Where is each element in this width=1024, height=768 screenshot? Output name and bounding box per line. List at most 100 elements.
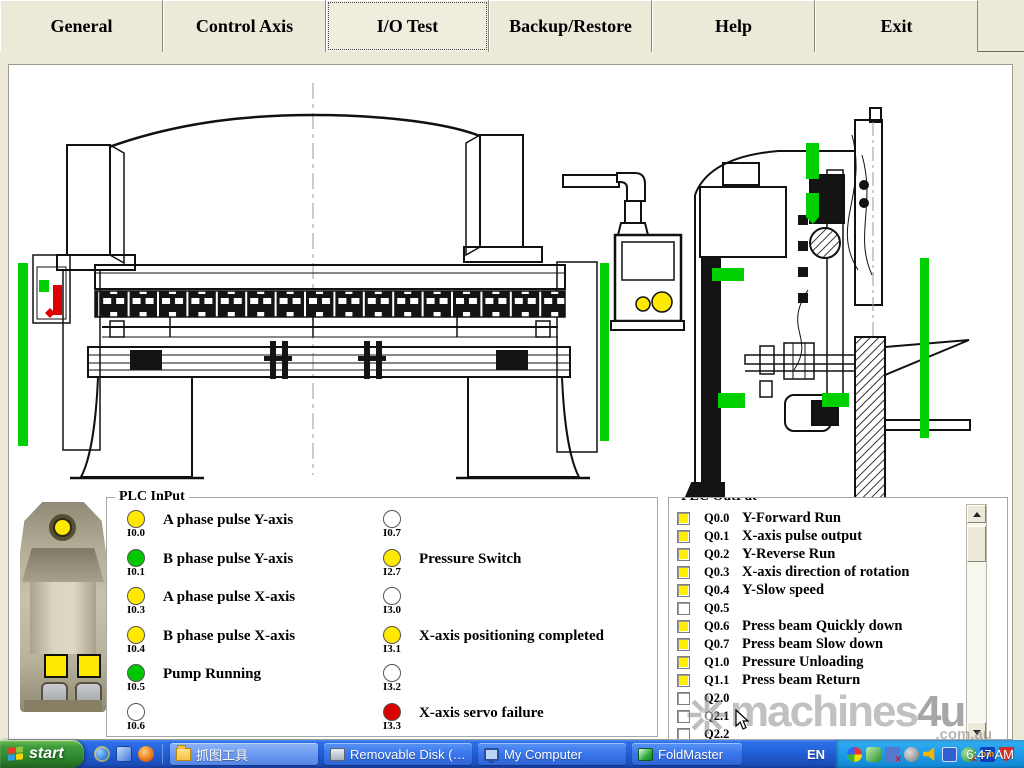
tab[interactable]: Help [652,0,815,52]
output-id: Q0.4 [704,583,742,598]
quick-launch-icon[interactable] [94,746,110,762]
taskbar-button-icon [638,748,653,761]
plc-output-row: Q0.2 Y-Reverse Run [677,545,909,563]
plc-output-row: Q0.3 X-axis direction of rotation [677,563,909,581]
sensor-indicator-front-left [18,263,28,446]
input-led-id: I3.2 [383,681,401,693]
input-led-id: I0.5 [127,681,145,693]
input-led-id: I3.1 [383,643,401,655]
tab[interactable]: Backup/Restore [489,0,652,52]
plc-output-row: Q0.1 X-axis pulse output [677,527,909,545]
sensor-indicator-side-left [712,268,744,281]
foot-pedal-indicator-right [77,654,101,678]
output-checkbox[interactable] [677,710,690,723]
output-label: Y-Slow speed [742,582,824,599]
tray-icon[interactable] [942,747,957,762]
output-id: Q1.1 [704,673,742,688]
plc-output-row: Q0.5 [677,599,909,617]
input-led [127,549,145,567]
tray-icon[interactable] [904,747,919,762]
output-checkbox[interactable] [677,584,690,597]
input-led-id: I0.1 [127,566,145,578]
quick-launch [84,746,162,762]
input-led [383,664,401,682]
input-led-id: I0.0 [127,527,145,539]
input-label: Pressure Switch [419,549,521,568]
taskbar-button[interactable]: Removable Disk (E:) [324,743,472,765]
tab[interactable]: I/O Test [326,0,489,52]
plc-output-row: Q1.0 Pressure Unloading [677,653,909,671]
output-checkbox[interactable] [677,548,690,561]
output-id: Q0.1 [704,529,742,544]
output-checkbox[interactable] [677,530,690,543]
tab-bar: General Control Axis I/O Test Backup/Res… [0,0,1024,52]
foot-pedal-face [30,582,96,654]
output-checkbox[interactable] [677,728,690,741]
output-checkbox[interactable] [677,620,690,633]
input-led-id: I3.0 [383,604,401,616]
output-checkbox[interactable] [677,692,690,705]
pendant-red-bar [53,285,62,315]
language-indicator[interactable]: EN [805,744,827,764]
foot-pedal-indicator-left [44,654,68,678]
output-checkbox[interactable] [677,602,690,615]
output-checkbox[interactable] [677,656,690,669]
output-id: Q0.6 [704,619,742,634]
output-id: Q1.0 [704,655,742,670]
output-id: Q0.5 [704,601,742,616]
taskbar-button[interactable]: 抓图工具 [170,743,318,765]
output-checkbox[interactable] [677,512,690,525]
start-label: start [29,745,64,763]
task-buttons: 抓图工具 Removable Disk (E:) My Computer Fol… [167,743,745,765]
foot-pedal-base [24,700,102,712]
tab-label: Exit [880,16,912,37]
output-id: Q0.3 [704,565,742,580]
output-label: X-axis pulse output [742,528,862,545]
plc-input-row: I3.3 X-axis servo failure [375,703,604,742]
scroll-up-button[interactable] [967,505,986,523]
input-label: A phase pulse X-axis [163,587,295,606]
input-label: A phase pulse Y-axis [163,510,293,529]
tray-icon[interactable] [923,747,938,762]
input-led-id: I0.6 [127,720,145,732]
input-led-id: I3.3 [383,720,401,732]
output-scrollbar[interactable] [966,504,987,740]
output-label: X-axis direction of rotation [742,564,909,581]
output-checkbox[interactable] [677,566,690,579]
tab-label: Backup/Restore [509,16,632,37]
taskbar-button-icon [484,748,499,761]
tray-icon[interactable] [847,747,862,762]
plc-input-column-right: I0.7 I2.7 Pressure Switch I3.0 [375,510,604,742]
start-button[interactable]: start [0,740,84,768]
output-label: Pressure Unloading [742,654,864,671]
output-label: Y-Reverse Run [742,546,835,563]
output-label: Y-Forward Run [742,510,841,527]
quick-launch-icon[interactable] [116,746,132,762]
foot-pedal-hood [22,548,104,582]
taskbar-button[interactable]: My Computer [478,743,626,765]
tab[interactable]: General [0,0,163,52]
plc-input-row: I0.3 A phase pulse X-axis [119,587,295,626]
taskbar-button[interactable]: FoldMaster [632,743,742,765]
tab[interactable]: Exit [815,0,978,52]
plc-input-column-left: I0.0 A phase pulse Y-axis I0.1 B phase p… [119,510,295,742]
plc-input-row: I0.5 Pump Running [119,664,295,703]
tray-icon[interactable] [866,747,881,762]
tab[interactable]: Control Axis [163,0,326,52]
sensor-indicator-gauge-right [822,393,849,407]
plc-input-row: I0.6 [119,703,295,742]
scroll-down-button[interactable] [967,722,986,740]
output-checkbox[interactable] [677,674,690,687]
scrollbar-thumb[interactable] [967,526,986,562]
plc-input-row: I0.1 B phase pulse Y-axis [119,549,295,588]
pendant-button-small [636,297,650,311]
clock: 6:47 AM [966,747,1014,762]
scroll-down-icon [973,730,981,735]
quick-launch-icon[interactable] [138,746,154,762]
output-checkbox[interactable] [677,638,690,651]
windows-flag-icon [8,746,24,763]
tray-icon[interactable] [885,747,900,762]
taskbar-button-label: 抓图工具 [196,745,248,764]
output-id: Q0.2 [704,547,742,562]
plc-input-row: I0.4 B phase pulse X-axis [119,626,295,665]
